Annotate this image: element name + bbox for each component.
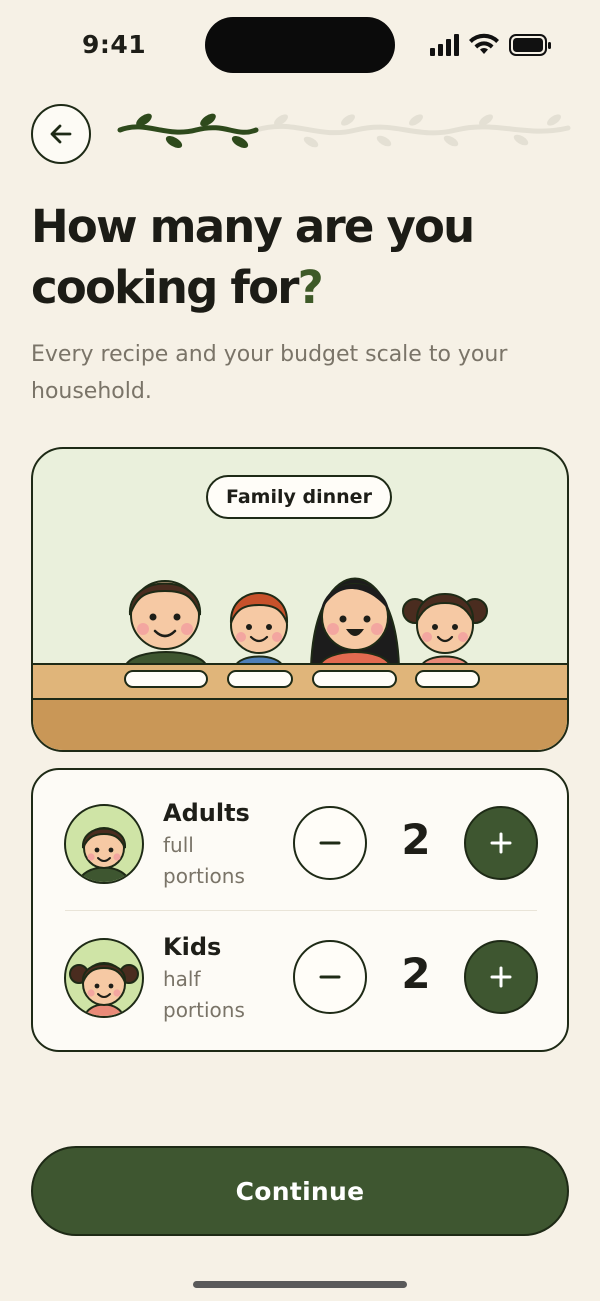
counter-sub-adults: full portions	[163, 833, 245, 888]
status-time: 9:41	[82, 30, 147, 59]
household-counter-card: Adults full portions 2 Kids half portion…	[31, 768, 569, 1052]
counter-label-adults: Adults	[163, 799, 250, 827]
progress-vine	[117, 113, 571, 148]
counter-row-adults: Adults full portions 2	[33, 770, 571, 904]
wifi-icon	[469, 33, 499, 54]
plate	[312, 670, 397, 688]
battery-icon	[509, 34, 551, 56]
signal-icon	[430, 34, 459, 56]
adults-decrement-button[interactable]	[293, 806, 367, 880]
plate	[415, 670, 480, 688]
page-title-text: How many are you cooking for	[31, 200, 475, 314]
scene-label: Family dinner	[206, 475, 392, 519]
plate	[124, 670, 208, 688]
plate	[227, 670, 293, 688]
minus-icon	[319, 975, 341, 979]
arrow-left-icon	[50, 124, 72, 144]
page-subtitle: Every recipe and your budget scale to yo…	[31, 342, 508, 404]
plus-icon	[490, 832, 512, 854]
counter-label-kids: Kids	[163, 933, 222, 961]
adult-avatar-icon	[64, 804, 144, 884]
kids-increment-button[interactable]	[464, 940, 538, 1014]
back-button[interactable]	[31, 104, 91, 164]
family-dinner-illustration: Family dinner	[31, 447, 569, 752]
dad-figure	[123, 580, 209, 668]
minus-icon	[319, 841, 341, 845]
mom-figure	[309, 577, 401, 668]
page-title: How many are you cooking for?	[31, 196, 571, 318]
progress-vine-remaining	[253, 123, 571, 136]
dinner-table	[33, 663, 567, 750]
status-bar: 9:41	[0, 0, 600, 90]
home-indicator	[193, 1281, 407, 1288]
girl-figure	[402, 593, 488, 668]
status-icons	[430, 33, 551, 56]
counter-row-kids: Kids half portions 2	[33, 904, 571, 1038]
kids-decrement-button[interactable]	[293, 940, 367, 1014]
kids-count: 2	[401, 949, 431, 998]
kid-avatar-icon	[64, 938, 144, 1018]
dynamic-island	[205, 17, 395, 73]
adults-increment-button[interactable]	[464, 806, 538, 880]
plus-icon	[490, 966, 512, 988]
continue-button[interactable]: Continue	[31, 1146, 569, 1236]
adults-count: 2	[401, 815, 431, 864]
progress-vine-completed	[117, 124, 259, 135]
counter-sub-kids: half portions	[163, 967, 245, 1022]
boy-figure	[229, 592, 289, 668]
page-title-question-mark: ?	[297, 261, 324, 314]
